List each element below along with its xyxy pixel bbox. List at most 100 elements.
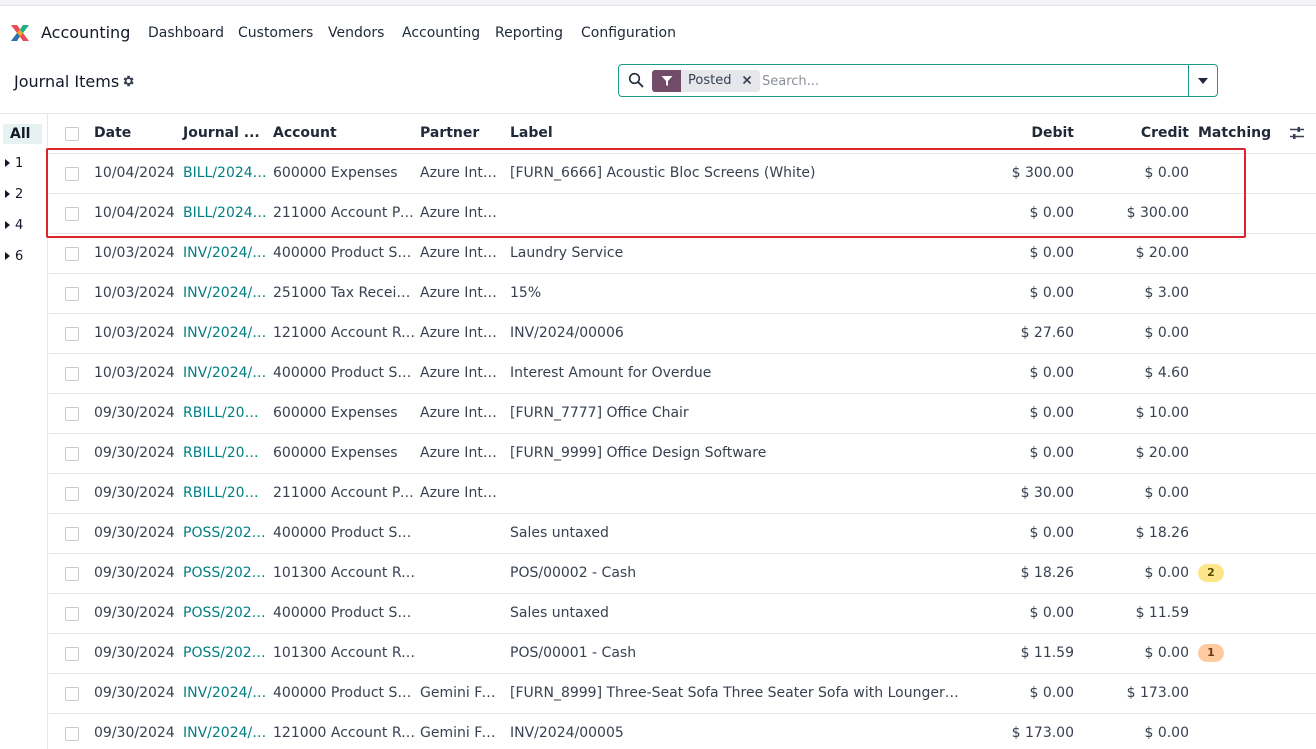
cell-account: 600000 Expenses [273, 405, 398, 421]
header-journal[interactable]: Journal ... [183, 125, 260, 141]
row-checkbox[interactable] [65, 407, 79, 421]
table-row[interactable]: 09/30/2024 POSS/202… 101300 Account Re… POS… [49, 634, 1316, 674]
cell-credit: $ 0.00 [1144, 165, 1189, 181]
menu-reporting[interactable]: Reporting [495, 25, 563, 41]
table-row[interactable]: 09/30/2024 POSS/202… 400000 Product Sales S… [49, 594, 1316, 634]
row-checkbox[interactable] [65, 487, 79, 501]
cell-date: 09/30/2024 [94, 405, 175, 421]
row-checkbox[interactable] [65, 447, 79, 461]
table-row[interactable]: 09/30/2024 POSS/202… 400000 Product Sales S… [49, 514, 1316, 554]
row-checkbox[interactable] [65, 327, 79, 341]
row-checkbox[interactable] [65, 607, 79, 621]
table-row[interactable]: 10/03/2024 INV/2024/… 400000 Product Sales… [49, 354, 1316, 394]
search-bar: Posted [618, 64, 1218, 97]
cell-partner: Azure Inte… [420, 245, 504, 261]
side-item-group-4[interactable]: 4 [5, 218, 23, 233]
row-checkbox[interactable] [65, 287, 79, 301]
menu-customers[interactable]: Customers [238, 25, 313, 41]
header-credit[interactable]: Credit [1109, 125, 1189, 141]
table-row[interactable]: 10/04/2024 BILL/2024… 211000 Account Pa… Az… [49, 194, 1316, 234]
cell-account: 600000 Expenses [273, 445, 398, 461]
cell-journal[interactable]: RBILL/202… [183, 445, 267, 461]
group-side-panel: All 1 2 4 6 [0, 114, 48, 749]
table-row[interactable]: 09/30/2024 INV/2024/… 400000 Product Sales… [49, 674, 1316, 714]
cell-debit: $ 0.00 [1029, 205, 1074, 221]
cell-debit: $ 18.26 [1020, 565, 1074, 581]
cell-credit: $ 4.60 [1144, 365, 1189, 381]
cell-credit: $ 18.26 [1135, 525, 1189, 541]
row-checkbox[interactable] [65, 167, 79, 181]
cell-journal[interactable]: RBILL/202… [183, 485, 267, 501]
header-matching[interactable]: Matching [1198, 125, 1271, 141]
cell-partner: Azure Inte… [420, 285, 504, 301]
header-partner[interactable]: Partner [420, 125, 479, 141]
select-all-checkbox[interactable] [65, 127, 79, 141]
header-date[interactable]: Date [94, 125, 131, 141]
cell-account: 211000 Account Pa… [273, 205, 415, 221]
accounting-app-icon[interactable] [9, 22, 31, 44]
app-name[interactable]: Accounting [41, 23, 130, 42]
row-checkbox[interactable] [65, 367, 79, 381]
table-row[interactable]: 10/03/2024 INV/2024/… 251000 Tax Received A… [49, 274, 1316, 314]
cell-journal[interactable]: BILL/2024… [183, 165, 267, 181]
row-checkbox[interactable] [65, 647, 79, 661]
cell-credit: $ 0.00 [1144, 645, 1189, 661]
search-options-toggle[interactable] [1188, 65, 1217, 96]
row-checkbox[interactable] [65, 727, 79, 741]
table-row[interactable]: 09/30/2024 RBILL/202… 600000 Expenses Azure… [49, 394, 1316, 434]
header-account[interactable]: Account [273, 125, 337, 141]
table-row[interactable]: 09/30/2024 INV/2024/… 121000 Account Re… Ge… [49, 714, 1316, 749]
table-row[interactable]: 09/30/2024 RBILL/202… 211000 Account Pa… Az… [49, 474, 1316, 514]
search-input[interactable] [762, 71, 1182, 91]
side-item-label: 2 [15, 187, 24, 202]
cell-journal[interactable]: INV/2024/… [183, 685, 267, 701]
cell-journal[interactable]: POSS/202… [183, 565, 267, 581]
cell-journal[interactable]: INV/2024/… [183, 725, 267, 741]
cell-journal[interactable]: RBILL/202… [183, 405, 267, 421]
menu-vendors[interactable]: Vendors [328, 25, 384, 41]
side-item-group-1[interactable]: 1 [5, 156, 23, 171]
cell-debit: $ 0.00 [1029, 525, 1074, 541]
row-checkbox[interactable] [65, 527, 79, 541]
cell-journal[interactable]: INV/2024/… [183, 325, 267, 341]
table-row[interactable]: 09/30/2024 RBILL/202… 600000 Expenses Azure… [49, 434, 1316, 474]
cell-date: 09/30/2024 [94, 565, 175, 581]
row-checkbox[interactable] [65, 247, 79, 261]
table-row[interactable]: 10/03/2024 INV/2024/… 121000 Account Re… Az… [49, 314, 1316, 354]
row-checkbox[interactable] [65, 687, 79, 701]
side-item-label: 4 [15, 218, 24, 233]
side-item-group-2[interactable]: 2 [5, 187, 23, 202]
cell-date: 09/30/2024 [94, 525, 175, 541]
menu-dashboard[interactable]: Dashboard [148, 25, 224, 41]
menu-configuration[interactable]: Configuration [581, 25, 676, 41]
gear-icon[interactable] [121, 74, 135, 88]
optional-columns-icon[interactable] [1289, 125, 1305, 141]
cell-journal[interactable]: POSS/202… [183, 605, 267, 621]
menu-accounting[interactable]: Accounting [402, 25, 480, 41]
header-label[interactable]: Label [510, 125, 553, 141]
cell-journal[interactable]: POSS/202… [183, 645, 267, 661]
caret-down-icon [1198, 77, 1208, 84]
remove-facet-icon[interactable] [738, 70, 761, 92]
side-item-all[interactable]: All [3, 124, 42, 144]
header-debit[interactable]: Debit [999, 125, 1074, 141]
row-checkbox[interactable] [65, 207, 79, 221]
table-row[interactable]: 10/03/2024 INV/2024/… 400000 Product Sales… [49, 234, 1316, 274]
search-icon[interactable] [628, 72, 644, 88]
cell-partner: Azure Inte… [420, 405, 504, 421]
cell-journal[interactable]: INV/2024/… [183, 365, 267, 381]
row-checkbox[interactable] [65, 567, 79, 581]
cell-date: 10/04/2024 [94, 205, 175, 221]
cell-journal[interactable]: POSS/202… [183, 525, 267, 541]
cell-journal[interactable]: INV/2024/… [183, 285, 267, 301]
cell-debit: $ 0.00 [1029, 605, 1074, 621]
cell-label: POS/00001 - Cash [510, 645, 637, 661]
matching-badge[interactable]: 2 [1198, 564, 1224, 582]
cell-date: 10/03/2024 [94, 285, 175, 301]
table-row[interactable]: 09/30/2024 POSS/202… 101300 Account Re… POS… [49, 554, 1316, 594]
side-item-group-6[interactable]: 6 [5, 249, 23, 264]
table-row[interactable]: 10/04/2024 BILL/2024… 600000 Expenses Azure… [49, 154, 1316, 194]
matching-badge[interactable]: 1 [1198, 644, 1224, 662]
cell-journal[interactable]: BILL/2024… [183, 205, 267, 221]
cell-journal[interactable]: INV/2024/… [183, 245, 267, 261]
